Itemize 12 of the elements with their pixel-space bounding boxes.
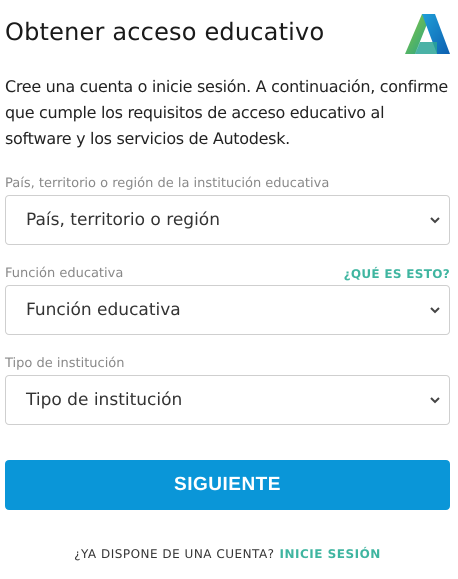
account-prompt: ¿YA DISPONE DE UNA CUENTA? [74,547,275,561]
chevron-down-icon [429,396,441,404]
chevron-down-icon [429,306,441,314]
dropdown-field[interactable]: País, territorio o región [5,195,450,245]
chevron-down-icon [429,216,441,224]
dropdown-field[interactable]: Función educativa [5,285,450,335]
field-label: Tipo de institución [5,356,124,371]
field-label: Función educativa [5,266,124,281]
intro-text: Cree una cuenta o inicie sesión. A continuación, confirme que cumple los requisitos de acceso educativo al software y los servicios de Autodesk. [5,76,449,150]
field-label: País, territorio o región de la institución educativa [5,176,330,191]
dropdown-field[interactable]: Tipo de institución [5,375,450,425]
page-title: Obtener acceso educativo [5,18,324,46]
